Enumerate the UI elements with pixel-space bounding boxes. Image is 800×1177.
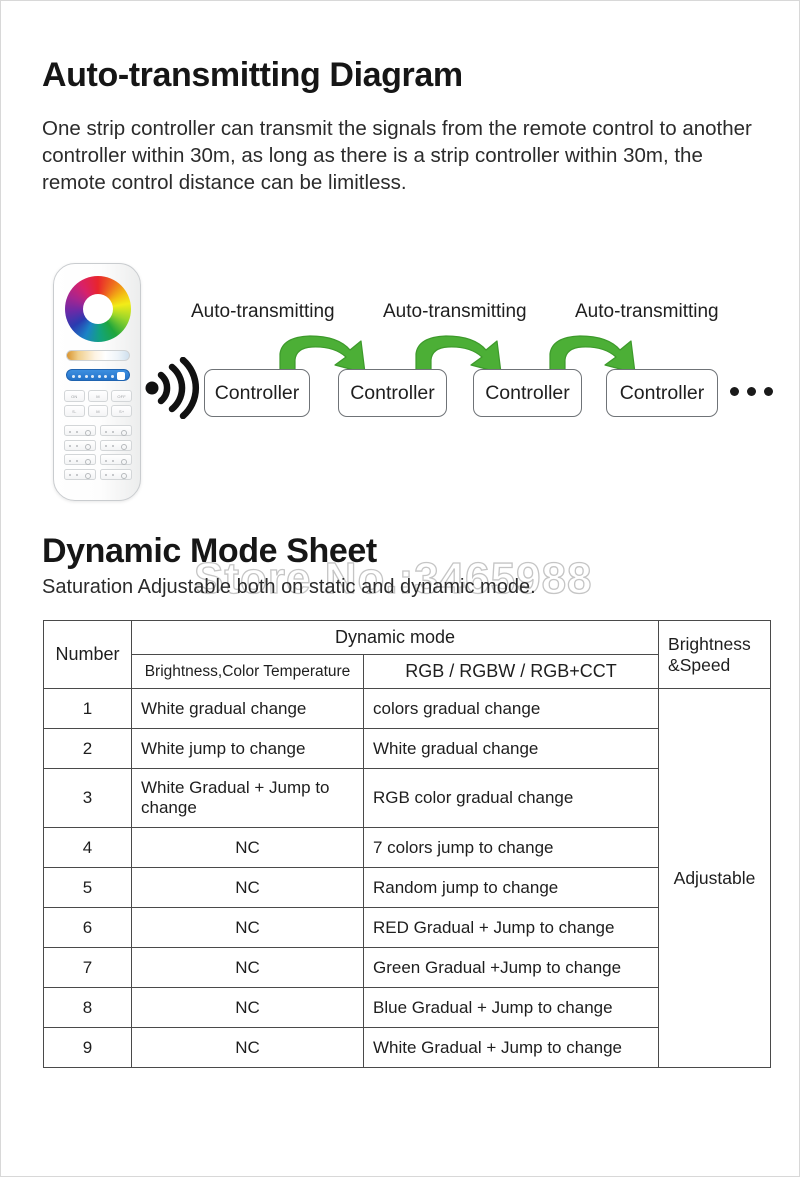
cell-brightness-cct: NC — [131, 907, 364, 948]
remote-zone-keypad — [64, 425, 132, 480]
cell-rgb: RED Gradual + Jump to change — [362, 907, 660, 948]
color-temperature-slider — [66, 350, 130, 361]
remote-zone-key — [64, 468, 96, 480]
cell-brightness-cct: NC — [131, 827, 364, 868]
table-row: 1 White gradual change colors gradual ch… — [43, 688, 772, 1068]
remote-key-m1: M — [87, 390, 109, 402]
cell-rgb: Blue Gradual + Jump to change — [362, 987, 660, 1028]
header-dynamic-mode: Dynamic mode — [130, 620, 660, 655]
cell-brightness-cct: White jump to change — [131, 728, 364, 769]
controller-box: Controller — [338, 369, 447, 417]
page-title-dynamic-mode-sheet: Dynamic Mode Sheet — [42, 532, 377, 570]
dynamic-mode-subtitle: Saturation Adjustable both on static and… — [42, 576, 536, 598]
controller-box: Controller — [473, 369, 582, 417]
cell-brightness-cct: White gradual change — [131, 688, 364, 729]
cell-number: 7 — [43, 947, 132, 988]
page-root: Auto-transmitting Diagram One strip cont… — [0, 0, 800, 1177]
auto-transmitting-label: Auto-transmitting — [575, 301, 719, 322]
remote-top-keypad: ON M OFF S- M S+ — [64, 390, 132, 417]
table-header: Number Dynamic mode Brightness &Speed Bri… — [43, 620, 772, 689]
brightness-slider — [66, 369, 130, 381]
auto-transmitting-description: One strip controller can transmit the si… — [42, 117, 752, 194]
remote-zone-key — [64, 454, 96, 465]
remote-control-illustration: ON M OFF S- M S+ — [53, 263, 141, 501]
remote-zone-key — [100, 425, 132, 436]
cell-number: 5 — [43, 867, 132, 908]
cell-rgb: White gradual change — [362, 728, 660, 769]
remote-key-on: ON — [64, 390, 85, 402]
cell-rgb: 7 colors jump to change — [362, 827, 660, 868]
remote-zone-key — [100, 468, 132, 480]
brightness-slider-knob — [117, 371, 125, 380]
header-brightness-speed-line1: Brightness — [668, 633, 751, 654]
remote-zone-key — [100, 439, 132, 451]
cell-number: 6 — [43, 907, 132, 948]
cell-rgb: Green Gradual +Jump to change — [362, 947, 660, 988]
cell-number: 4 — [43, 827, 132, 868]
header-brightness-speed: Brightness &Speed — [658, 620, 772, 689]
brightness-slider-pips — [72, 374, 120, 379]
remote-zone-key — [64, 439, 96, 451]
cell-rgb: White Gradual + Jump to change — [362, 1027, 660, 1068]
cell-number: 8 — [43, 987, 132, 1028]
header-brightness-speed-line2: &Speed — [668, 654, 731, 675]
cell-rgb: Random jump to change — [362, 867, 660, 908]
cell-brightness-cct: White Gradual + Jump to change — [131, 768, 364, 828]
cell-number: 9 — [43, 1027, 132, 1068]
remote-key-sminus: S- — [64, 405, 85, 417]
color-wheel-icon — [65, 276, 131, 342]
cell-brightness-speed-value: Adjustable — [658, 688, 772, 1068]
cell-rgb: colors gradual change — [362, 688, 660, 729]
header-brightness-color-temperature: Brightness,Color Temperature — [131, 654, 364, 689]
auto-transmitting-label: Auto-transmitting — [191, 301, 335, 322]
controller-box: Controller — [606, 369, 718, 417]
wireless-signal-icon — [145, 357, 199, 419]
auto-transmitting-diagram: ON M OFF S- M S+ Auto-transmitting Auto-… — [1, 249, 799, 517]
cell-number: 1 — [43, 688, 132, 729]
cell-brightness-cct: NC — [131, 1027, 364, 1068]
auto-transmitting-label: Auto-transmitting — [383, 301, 527, 322]
remote-zone-key — [64, 425, 96, 436]
cell-number: 3 — [43, 768, 132, 828]
page-title-auto-transmitting: Auto-transmitting Diagram — [42, 56, 463, 94]
continuation-ellipsis — [730, 387, 773, 396]
dynamic-mode-table: Number Dynamic mode Brightness &Speed Bri… — [43, 620, 772, 1068]
remote-key-splus: S+ — [111, 405, 132, 417]
cell-number: 2 — [43, 728, 132, 769]
remote-key-m2: M — [87, 405, 109, 417]
table-body: 1 White gradual change colors gradual ch… — [43, 688, 772, 1068]
controller-box: Controller — [204, 369, 310, 417]
cell-brightness-cct: NC — [131, 947, 364, 988]
remote-key-off: OFF — [111, 390, 132, 402]
cell-rgb: RGB color gradual change — [362, 768, 660, 828]
header-rgb-modes: RGB / RGBW / RGB+CCT — [362, 654, 660, 689]
cell-brightness-cct: NC — [131, 987, 364, 1028]
color-wheel-center-dot — [93, 304, 103, 314]
cell-brightness-cct: NC — [131, 867, 364, 908]
header-number: Number — [43, 620, 132, 689]
remote-zone-key — [100, 454, 132, 465]
